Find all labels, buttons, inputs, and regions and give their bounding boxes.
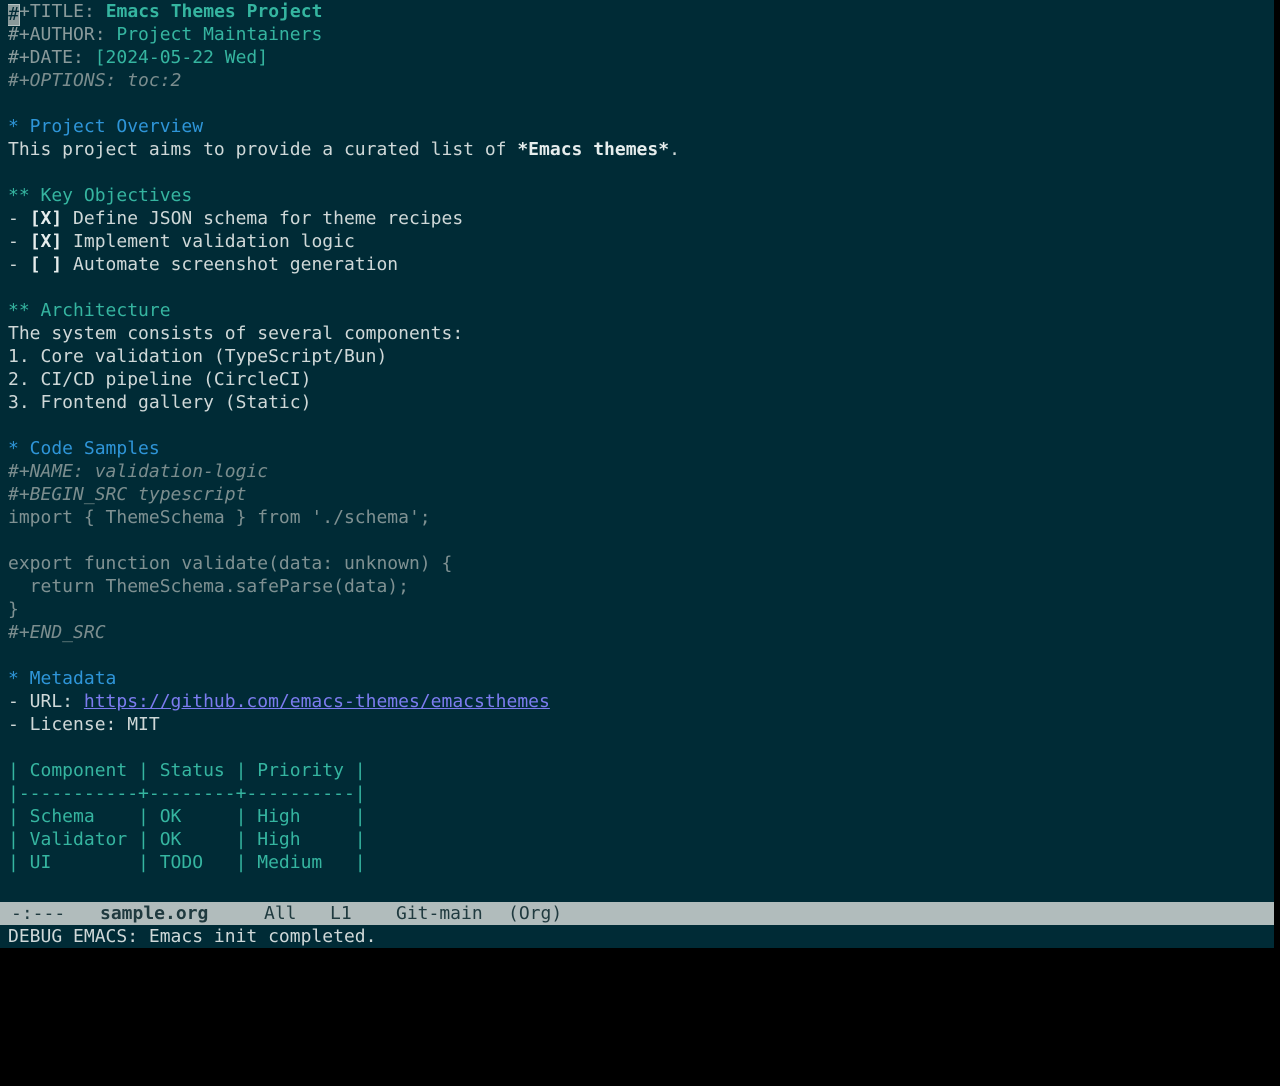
checklist-item: - [X] Implement validation logic — [8, 230, 1274, 253]
checklist-item-text: Define JSON schema for theme recipes — [62, 208, 464, 229]
heading-code-samples[interactable]: * Code Samples — [8, 437, 1274, 460]
echo-area: DEBUG EMACS: Emacs init completed. — [8, 926, 377, 947]
modeline-line-number: L1 — [330, 903, 352, 924]
code-line: } — [8, 599, 19, 620]
heading-project-overview[interactable]: * Project Overview — [8, 115, 1274, 138]
table-row: | Schema | OK | High | — [8, 806, 366, 827]
modeline-major-mode[interactable]: (Org) — [508, 902, 562, 925]
title-line: #+TITLE: Emacs Themes Project — [8, 0, 1274, 26]
heading-architecture[interactable]: ** Architecture — [8, 299, 1274, 322]
org-buffer[interactable]: #+TITLE: Emacs Themes Project #+AUTHOR: … — [8, 0, 1274, 902]
src-name-line: #+NAME: validation-logic — [8, 461, 269, 482]
code-line: export function validate(data: unknown) … — [8, 553, 453, 574]
modeline-vc-branch[interactable]: Git-main — [396, 902, 483, 925]
text-cursor: # — [8, 4, 20, 26]
url-label: - URL: — [8, 691, 84, 712]
list-bullet: - — [8, 231, 30, 252]
table-row: | UI | TODO | Medium | — [8, 852, 366, 873]
table-header-row: | Component | Status | Priority | — [8, 760, 366, 781]
list-bullet: - — [8, 254, 30, 275]
heading-metadata[interactable]: * Metadata — [8, 667, 1274, 690]
checklist-item-text: Automate screenshot generation — [62, 254, 399, 275]
modeline-buffer-name[interactable]: sample.org — [100, 902, 208, 925]
modeline-status: -:--- — [11, 903, 66, 924]
author-line: #+AUTHOR: Project Maintainers — [8, 23, 1274, 46]
checklist-item: - [ ] Automate screenshot generation — [8, 253, 1274, 276]
overview-text-start: This project aims to provide a curated l… — [8, 139, 518, 160]
date-value: [2024-05-22 Wed] — [94, 47, 269, 68]
checklist-item: - [X] Define JSON schema for theme recip… — [8, 207, 1274, 230]
date-line: #+DATE: [2024-05-22 Wed] — [8, 46, 1274, 69]
checkbox-unchecked[interactable]: [ ] — [30, 254, 63, 275]
heading-key-objectives[interactable]: ** Key Objectives — [8, 184, 1274, 207]
code-line: return ThemeSchema.safeParse(data); — [8, 576, 409, 597]
document-title: Emacs Themes Project — [105, 1, 323, 22]
ordered-list-item: 3. Frontend gallery (Static) — [8, 392, 312, 413]
emacs-frame: #+TITLE: Emacs Themes Project #+AUTHOR: … — [0, 0, 1274, 948]
mode-line[interactable]: -:--- sample.org All L1 Git-main (Org) — [0, 902, 1274, 925]
ordered-list-item: 1. Core validation (TypeScript/Bun) — [8, 346, 388, 367]
date-keyword: #+DATE: — [8, 47, 95, 68]
license-line: - License: MIT — [8, 714, 160, 735]
ordered-list-item: 2. CI/CD pipeline (CircleCI) — [8, 369, 312, 390]
table-rule: |-----------+--------+----------| — [8, 783, 366, 804]
checkbox-checked[interactable]: [X] — [30, 231, 63, 252]
options-line: #+OPTIONS: toc:2 — [8, 70, 182, 91]
table-row: | Validator | OK | High | — [8, 829, 366, 850]
url-line: - URL: https://github.com/emacs-themes/e… — [8, 690, 1274, 713]
overview-bold-text: *Emacs themes* — [517, 139, 670, 160]
author-value: Project Maintainers — [116, 24, 323, 45]
author-keyword: #+AUTHOR: — [8, 24, 117, 45]
overview-paragraph: This project aims to provide a curated l… — [8, 138, 1274, 161]
modeline-position: All — [264, 903, 297, 924]
checkbox-checked[interactable]: [X] — [30, 208, 63, 229]
repository-link[interactable]: https://github.com/emacs-themes/emacsthe… — [84, 691, 550, 712]
code-line: import { ThemeSchema } from './schema'; — [8, 507, 431, 528]
begin-src-line: #+BEGIN_SRC typescript — [8, 484, 247, 505]
list-bullet: - — [8, 208, 30, 229]
title-keyword: +TITLE: — [19, 1, 106, 22]
architecture-intro: The system consists of several component… — [8, 323, 464, 344]
checklist-item-text: Implement validation logic — [62, 231, 355, 252]
end-src-line: #+END_SRC — [8, 622, 106, 643]
overview-text-end: . — [669, 139, 680, 160]
